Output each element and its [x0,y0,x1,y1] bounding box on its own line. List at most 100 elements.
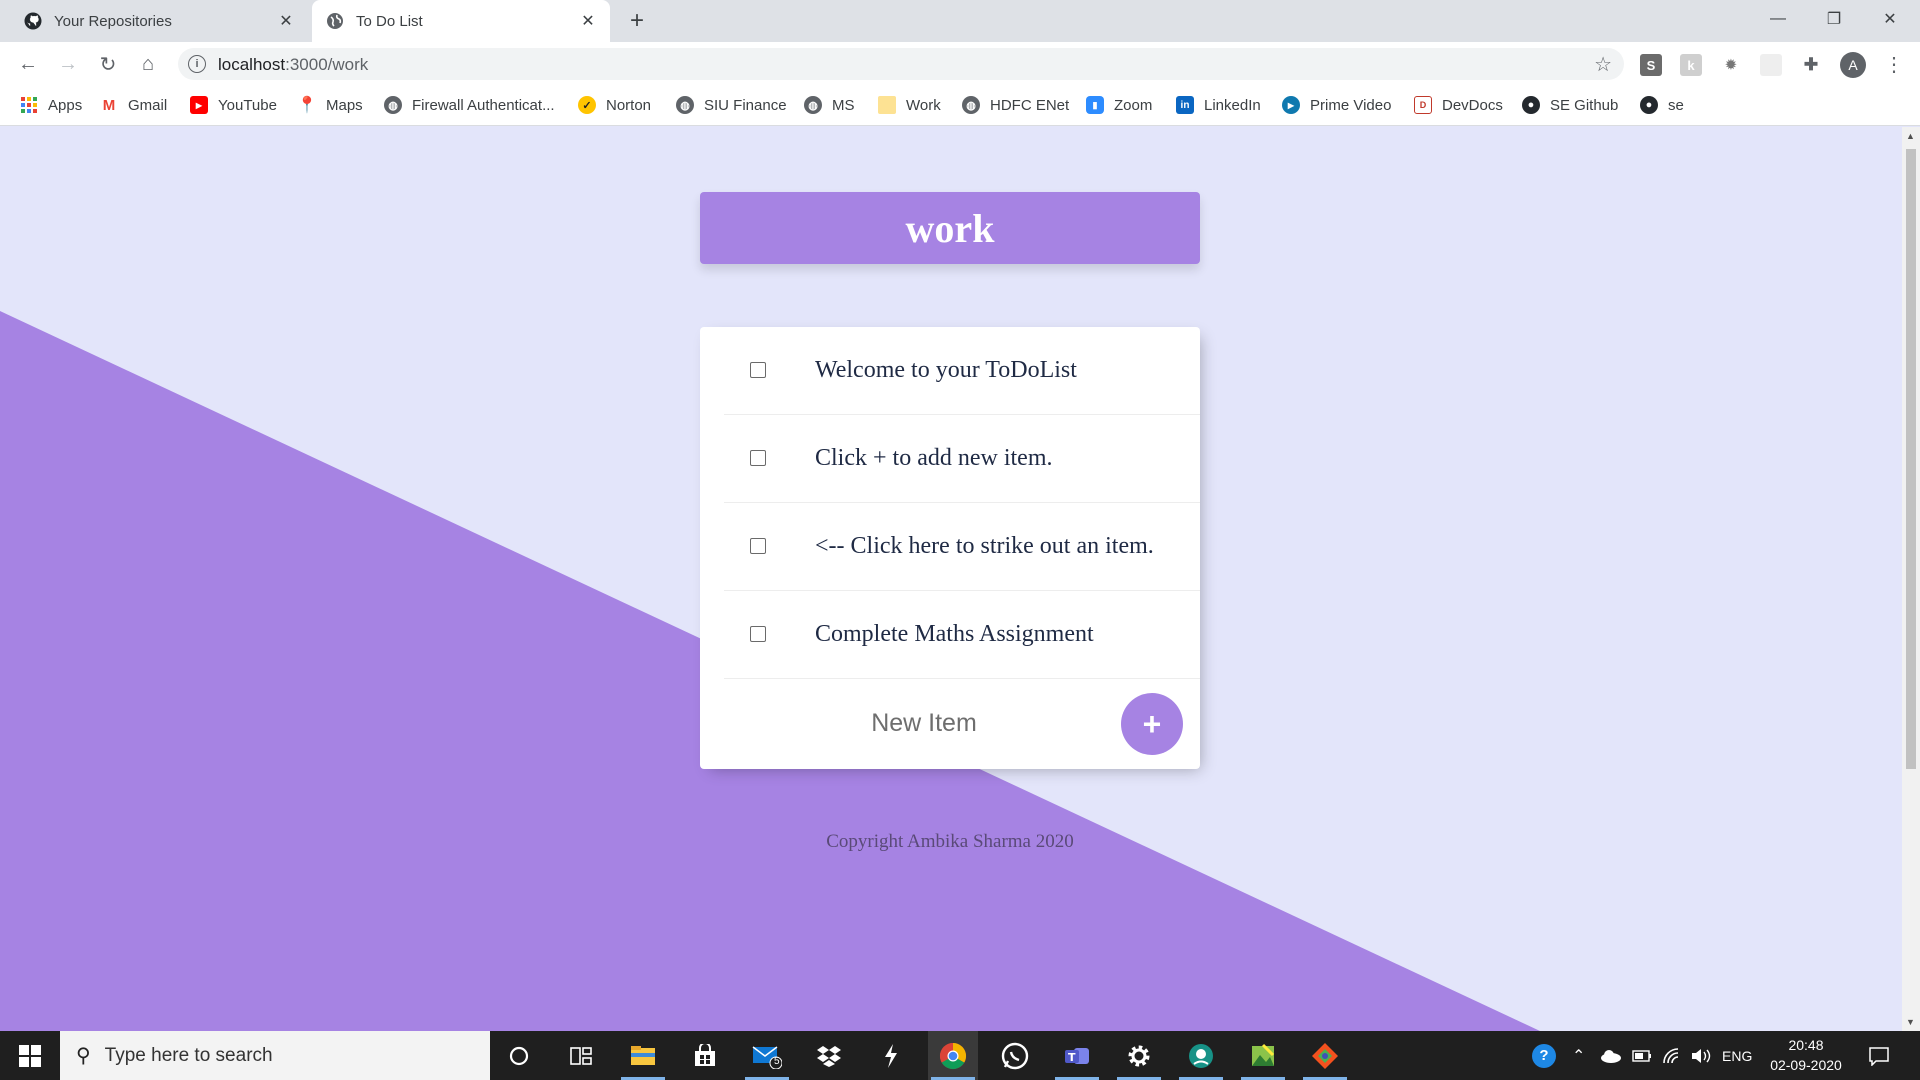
clock-time: 20:48 [1788,1037,1824,1053]
extensions-puzzle-icon[interactable]: ✚ [1800,54,1822,76]
cortana-icon[interactable] [494,1031,544,1080]
copyright-footer: Copyright Ambika Sharma 2020 [826,831,1074,852]
scroll-up-icon[interactable]: ▲ [1906,131,1915,141]
bookmark-linkedin[interactable]: in LinkedIn [1176,96,1261,114]
restore-icon[interactable]: ❐ [1806,0,1862,38]
github-icon: ● [1640,96,1658,114]
devdocs-icon: D [1414,96,1432,114]
close-window-icon[interactable]: ✕ [1862,0,1918,38]
new-tab-icon[interactable]: + [624,7,650,34]
bookmark-se[interactable]: ● se [1640,96,1684,114]
bookmark-apps[interactable]: Apps [20,96,82,114]
windows-taskbar: ⚲ Type here to search 5 T ? ⌃ ENG 20:48 … [0,1031,1920,1080]
image-editor-icon[interactable] [1238,1031,1288,1080]
back-arrow-icon[interactable]: ← [14,50,42,78]
microsoft-store-icon[interactable] [680,1031,730,1080]
site-info-icon[interactable]: i [188,55,206,73]
folder-icon [878,96,896,114]
taskbar-search[interactable]: ⚲ Type here to search [60,1031,490,1080]
forward-arrow-icon[interactable]: → [54,50,82,78]
mail-badge: 5 [774,1056,780,1067]
menu-kebab-icon[interactable]: ⋮ [1884,52,1904,77]
todo-item: <-- Click here to strike out an item. [724,503,1200,591]
bookmark-siu-finance[interactable]: ◍ SIU Finance [676,96,787,114]
gmail-icon: M [102,96,116,114]
notifications-icon[interactable] [1868,1031,1890,1080]
scroll-down-icon[interactable]: ▼ [1906,1017,1915,1027]
tab-to-do-list[interactable]: To Do List ✕ [312,0,610,42]
bookmarks-bar: Apps M Gmail ▶ YouTube 📍 Maps ◍ Firewall Aut… [0,86,1920,126]
bookmark-work[interactable]: Work [878,96,941,114]
tab-title: To Do List [356,12,423,30]
home-icon[interactable]: ⌂ [134,50,162,78]
bookmark-maps[interactable]: 📍 Maps [297,96,363,115]
bookmark-zoom[interactable]: ▮ Zoom [1086,96,1152,114]
onedrive-cloud-icon[interactable] [1600,1031,1622,1080]
tab-your-repositories[interactable]: Your Repositories ✕ [10,0,308,42]
bookmark-star-icon[interactable]: ☆ [1594,52,1612,77]
task-view-icon[interactable] [556,1031,606,1080]
bookmark-firewall[interactable]: ◍ Firewall Authenticat... [384,96,555,114]
prime-video-icon: ▶ [1282,96,1300,114]
bookmark-youtube[interactable]: ▶ YouTube [190,96,277,114]
page-viewport: work Welcome to your ToDoList Click + to… [0,127,1902,1031]
bookmark-prime-video[interactable]: ▶ Prime Video [1282,96,1391,114]
chrome-icon[interactable] [928,1031,978,1080]
item-checkbox[interactable] [750,538,766,554]
zoom-icon: ▮ [1086,96,1104,114]
scrollbar-thumb[interactable] [1906,149,1916,769]
language-indicator[interactable]: ENG [1722,1031,1752,1080]
todo-item: Welcome to your ToDoList [724,327,1200,415]
close-tab-icon[interactable]: ✕ [276,11,296,31]
page-scrollbar[interactable]: ▲ ▼ [1902,127,1920,1031]
reload-icon[interactable]: ↻ [94,50,122,78]
list-title: work [905,205,995,251]
settings-gear-icon[interactable] [1114,1031,1164,1080]
volume-icon[interactable] [1690,1031,1712,1080]
bookmark-hdfc[interactable]: ◍ HDFC ENet [962,96,1069,114]
profile-avatar[interactable]: A [1840,52,1866,78]
globe-icon: ◍ [962,96,980,114]
extension-bug-icon[interactable]: ✹ [1720,54,1742,76]
extension-gray-icon[interactable]: k [1680,54,1702,76]
clock[interactable]: 20:48 02-09-2020 [1760,1035,1852,1075]
add-item-button[interactable]: + [1121,693,1183,755]
new-item-input[interactable] [784,701,1064,745]
close-tab-icon[interactable]: ✕ [578,11,598,31]
bookmark-se-github[interactable]: ● SE Github [1522,96,1618,114]
item-checkbox[interactable] [750,450,766,466]
whatsapp-icon[interactable] [990,1031,1040,1080]
bookmark-ms[interactable]: ◍ MS [804,96,855,114]
item-checkbox[interactable] [750,362,766,378]
new-item-form: + [724,679,1200,767]
globe-icon: ◍ [804,96,822,114]
item-text: Complete Maths Assignment [815,621,1094,647]
mail-icon[interactable]: 5 [742,1031,792,1080]
globe-icon: ◍ [384,96,402,114]
teams-icon[interactable]: T [1052,1031,1102,1080]
tab-strip: Your Repositories ✕ To Do List ✕ + — ❐ ✕ [0,0,1920,42]
lightning-app-icon[interactable] [866,1031,916,1080]
apps-grid-icon [20,96,38,114]
extension-s-icon[interactable]: S [1640,54,1662,76]
help-icon[interactable]: ? [1532,1031,1556,1080]
item-text: Welcome to your ToDoList [815,357,1077,383]
search-placeholder: Type here to search [104,1044,273,1066]
extension-blank-icon[interactable] [1760,54,1782,76]
chevron-up-icon[interactable]: ⌃ [1572,1031,1585,1080]
item-checkbox[interactable] [750,626,766,642]
bookmark-gmail[interactable]: M Gmail [100,96,167,114]
file-explorer-icon[interactable] [618,1031,668,1080]
bookmark-devdocs[interactable]: D DevDocs [1414,96,1503,114]
wifi-icon[interactable] [1662,1031,1682,1080]
minimize-icon[interactable]: — [1750,0,1806,38]
git-diamond-icon[interactable] [1300,1031,1350,1080]
gitkraken-icon[interactable] [1176,1031,1226,1080]
dropbox-icon[interactable] [804,1031,854,1080]
windows-start-icon[interactable] [0,1031,60,1080]
bookmark-norton[interactable]: ✓ Norton [578,96,651,114]
battery-icon[interactable] [1632,1031,1652,1080]
todo-list-box: Welcome to your ToDoList Click + to add … [700,327,1200,769]
url-text: localhost:3000/work [218,55,369,74]
address-bar[interactable]: i localhost:3000/work ☆ [178,48,1624,80]
